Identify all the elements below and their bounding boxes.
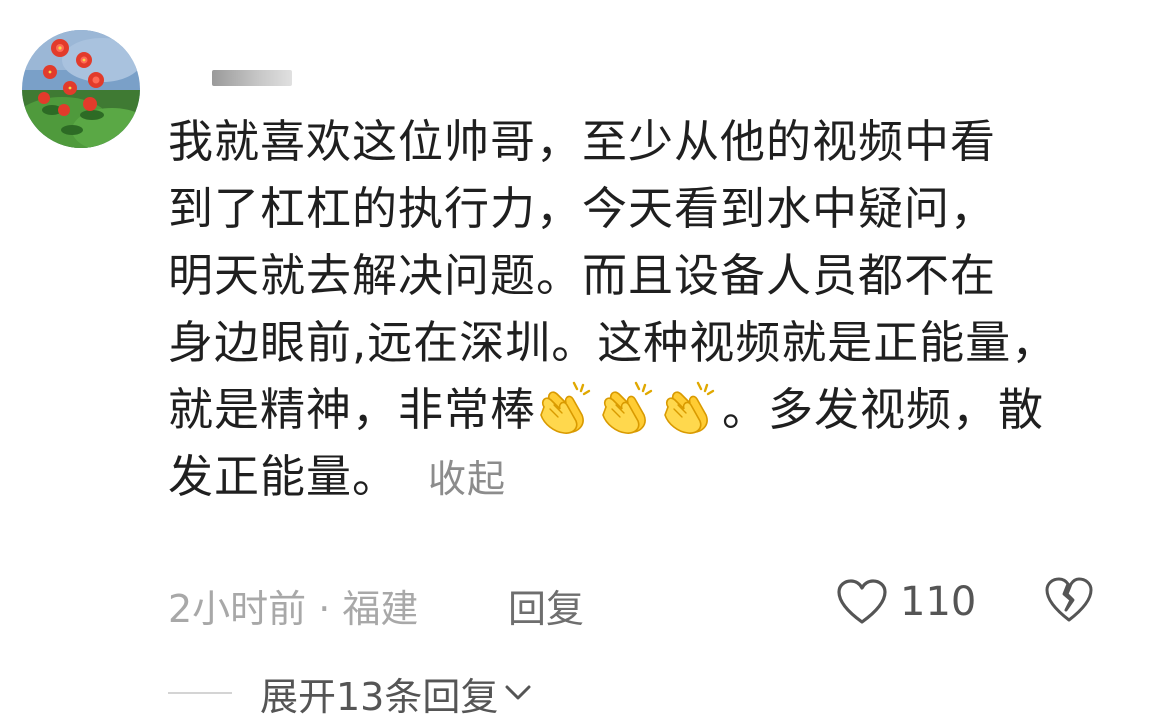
collapse-link[interactable]: 收起 <box>428 457 506 501</box>
clapping-hands-icon <box>664 381 715 434</box>
comment-line: 我就喜欢这位帅哥，至少从他的视频中看 <box>168 115 997 168</box>
comment-line-text: 就是精神，非常棒 <box>168 383 537 436</box>
like-button[interactable]: 110 <box>836 572 976 632</box>
avatar[interactable] <box>22 30 140 148</box>
comment-line: 就是精神，非常棒 。多发视频，散 <box>168 376 1128 443</box>
comment-line: 身边眼前,远在深圳。这种视频就是正能量， <box>168 316 1058 369</box>
expand-replies-label[interactable]: 展开13条回复 <box>260 666 498 721</box>
divider <box>168 692 232 694</box>
comment-item: 我就喜欢这位帅哥，至少从他的视频中看 到了杠杠的执行力，今天看到水中疑问， 明天… <box>0 0 1172 726</box>
comment-line-text: 。多发视频，散 <box>722 383 1045 436</box>
chevron-down-icon <box>505 685 531 700</box>
username-redacted <box>212 70 292 86</box>
comment-body: 我就喜欢这位帅哥，至少从他的视频中看 到了杠杠的执行力，今天看到水中疑问， 明天… <box>168 108 1128 513</box>
emoji-group <box>536 381 722 436</box>
dislike-button[interactable] <box>1044 576 1094 628</box>
comment-line-text: 发正能量。 <box>168 450 399 503</box>
broken-heart-icon <box>1045 577 1093 622</box>
like-count: 110 <box>900 579 977 625</box>
clapping-hands-icon <box>540 381 591 434</box>
reply-button[interactable]: 回复 <box>508 578 584 633</box>
clapping-hands-icon <box>602 381 653 434</box>
heart-icon <box>837 579 887 624</box>
comment-line: 明天就去解决问题。而且设备人员都不在 <box>168 249 997 302</box>
time-location: 2小时前 · 福建 <box>168 587 419 631</box>
expand-replies[interactable]: 展开13条回复 <box>168 666 532 721</box>
comment-line: 发正能量。 收起 <box>168 443 1128 513</box>
comment-line: 到了杠杠的执行力，今天看到水中疑问， <box>168 182 997 235</box>
comment-meta: 2小时前 · 福建 回复 110 <box>168 572 1128 632</box>
